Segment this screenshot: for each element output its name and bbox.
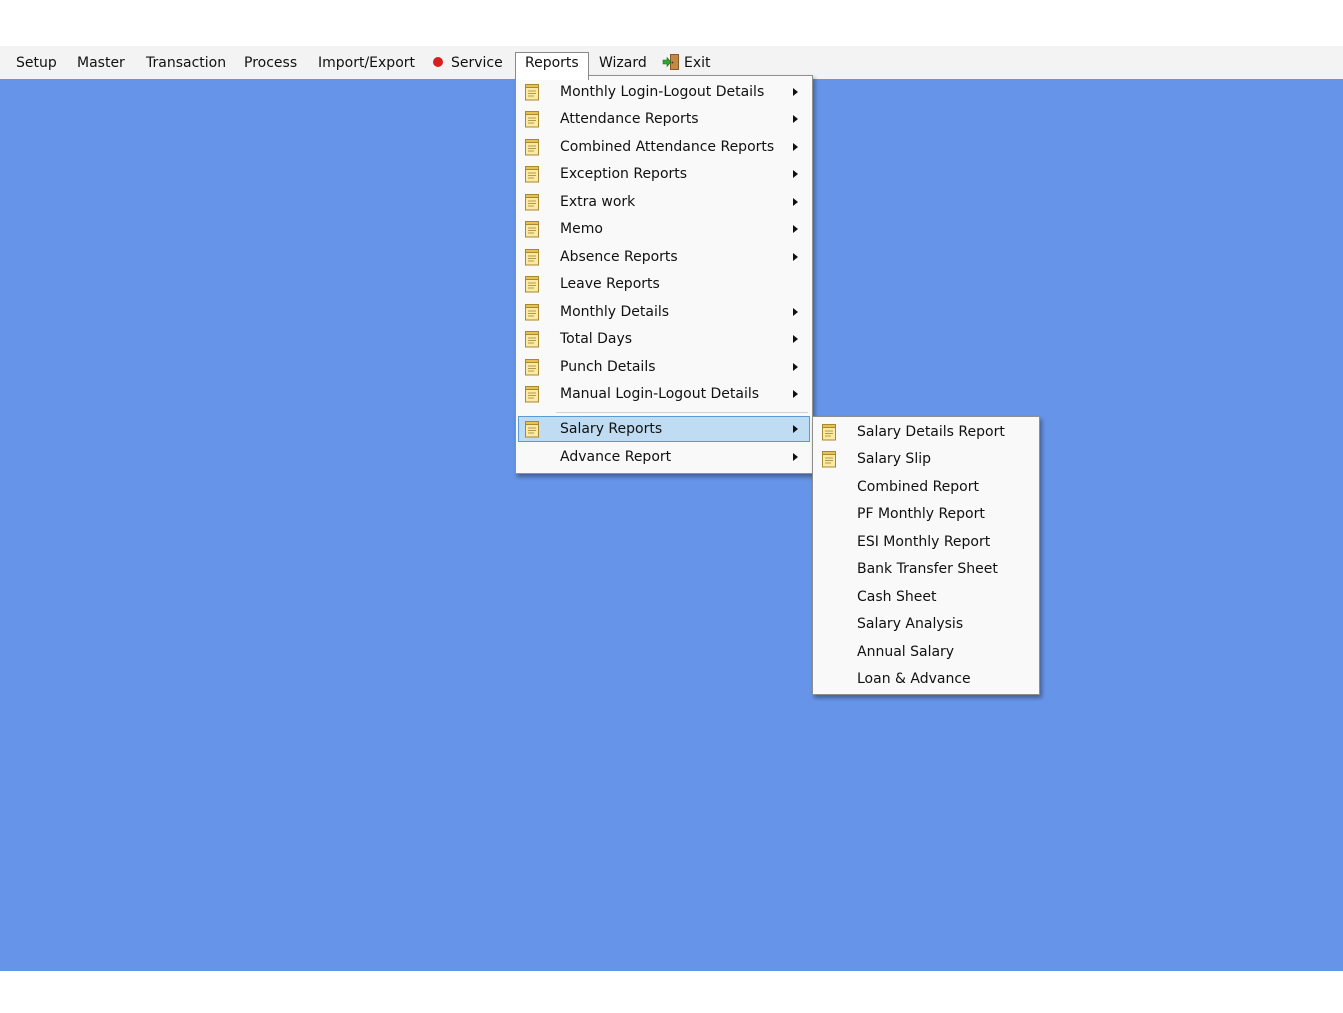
- menu-item-monthly-details[interactable]: Monthly Details: [518, 299, 810, 325]
- submenu-arrow-icon: [793, 363, 798, 371]
- report-icon: [524, 248, 540, 266]
- submenu-item-loan-advance[interactable]: Loan & Advance: [815, 666, 1037, 692]
- submenu-item-salary-analysis[interactable]: Salary Analysis: [815, 611, 1037, 637]
- menu-item-leave-reports[interactable]: Leave Reports: [518, 271, 810, 297]
- exit-door-icon: [662, 53, 679, 70]
- menu-item-monthly-login-logout-details[interactable]: Monthly Login-Logout Details: [518, 79, 810, 105]
- submenu-arrow-icon: [793, 308, 798, 316]
- submenu-arrow-icon: [793, 225, 798, 233]
- menu-item-label: Extra work: [560, 194, 636, 210]
- submenu-item-label: Cash Sheet: [857, 589, 937, 605]
- submenu-arrow-icon: [793, 115, 798, 123]
- submenu-item-combined-report[interactable]: Combined Report: [815, 474, 1037, 500]
- report-icon: [524, 420, 540, 438]
- report-icon: [524, 83, 540, 101]
- report-icon: [821, 423, 837, 441]
- menu-service[interactable]: Service: [429, 52, 507, 74]
- menu-transaction[interactable]: Transaction: [142, 52, 230, 74]
- menu-item-label: Leave Reports: [560, 276, 660, 292]
- submenu-arrow-icon: [793, 198, 798, 206]
- submenu-item-bank-transfer-sheet[interactable]: Bank Transfer Sheet: [815, 556, 1037, 582]
- report-icon: [524, 275, 540, 293]
- menu-reports[interactable]: Reports: [515, 52, 589, 80]
- menu-item-label: Advance Report: [560, 449, 672, 465]
- menu-item-punch-details[interactable]: Punch Details: [518, 354, 810, 380]
- menu-item-manual-login-logout-details[interactable]: Manual Login-Logout Details: [518, 381, 810, 407]
- report-icon: [524, 138, 540, 156]
- menu-item-advance-report[interactable]: Advance Report: [518, 444, 810, 470]
- menu-separator: [556, 412, 808, 413]
- report-icon: [524, 358, 540, 376]
- menu-item-extra-work[interactable]: Extra work: [518, 189, 810, 215]
- report-icon: [524, 303, 540, 321]
- menu-item-combined-attendance-reports[interactable]: Combined Attendance Reports: [518, 134, 810, 160]
- report-icon: [524, 110, 540, 128]
- submenu-item-annual-salary[interactable]: Annual Salary: [815, 639, 1037, 665]
- submenu-item-label: Salary Details Report: [857, 424, 1005, 440]
- submenu-item-cash-sheet[interactable]: Cash Sheet: [815, 584, 1037, 610]
- submenu-arrow-icon: [793, 425, 798, 433]
- submenu-item-label: Salary Analysis: [857, 616, 964, 632]
- menu-item-label: Exception Reports: [560, 166, 688, 182]
- submenu-item-label: ESI Monthly Report: [857, 534, 991, 550]
- menu-wizard[interactable]: Wizard: [595, 52, 651, 74]
- submenu-item-label: PF Monthly Report: [857, 506, 985, 522]
- submenu-item-label: Combined Report: [857, 479, 979, 495]
- menu-item-memo[interactable]: Memo: [518, 216, 810, 242]
- report-icon: [524, 220, 540, 238]
- menu-item-label: Monthly Login-Logout Details: [560, 84, 765, 100]
- submenu-item-label: Bank Transfer Sheet: [857, 561, 998, 577]
- submenu-item-label: Annual Salary: [857, 644, 955, 660]
- submenu-item-salary-slip[interactable]: Salary Slip: [815, 446, 1037, 472]
- menu-item-label: Absence Reports: [560, 249, 678, 265]
- submenu-item-label: Salary Slip: [857, 451, 931, 467]
- submenu-arrow-icon: [793, 253, 798, 261]
- menu-exit[interactable]: Exit: [658, 52, 715, 74]
- menu-item-label: Total Days: [560, 331, 633, 347]
- menu-exit-label: Exit: [684, 55, 711, 71]
- report-icon: [821, 450, 837, 468]
- submenu-arrow-icon: [793, 390, 798, 398]
- salary-reports-submenu: Salary Details Report Salary Slip Combin…: [812, 416, 1040, 695]
- menu-item-label: Salary Reports: [560, 421, 663, 437]
- submenu-item-salary-details-report[interactable]: Salary Details Report: [815, 419, 1037, 445]
- reports-dropdown: Monthly Login-Logout Details Attendance …: [515, 75, 813, 474]
- submenu-arrow-icon: [793, 170, 798, 178]
- menu-item-label: Punch Details: [560, 359, 656, 375]
- menu-item-absence-reports[interactable]: Absence Reports: [518, 244, 810, 270]
- menu-process[interactable]: Process: [240, 52, 301, 74]
- menu-item-total-days[interactable]: Total Days: [518, 326, 810, 352]
- report-icon: [524, 330, 540, 348]
- submenu-item-esi-monthly-report[interactable]: ESI Monthly Report: [815, 529, 1037, 555]
- menu-service-label: Service: [451, 55, 503, 71]
- menu-item-exception-reports[interactable]: Exception Reports: [518, 161, 810, 187]
- submenu-arrow-icon: [793, 453, 798, 461]
- submenu-arrow-icon: [793, 88, 798, 96]
- submenu-item-label: Loan & Advance: [857, 671, 971, 687]
- menu-item-label: Memo: [560, 221, 603, 237]
- menu-item-salary-reports[interactable]: Salary Reports: [518, 416, 810, 442]
- report-icon: [524, 165, 540, 183]
- menu-item-label: Combined Attendance Reports: [560, 139, 775, 155]
- menu-item-attendance-reports[interactable]: Attendance Reports: [518, 106, 810, 132]
- menu-item-label: Manual Login-Logout Details: [560, 386, 760, 402]
- submenu-arrow-icon: [793, 335, 798, 343]
- menu-master[interactable]: Master: [73, 52, 129, 74]
- menu-import-export[interactable]: Import/Export: [314, 52, 419, 74]
- submenu-item-pf-monthly-report[interactable]: PF Monthly Report: [815, 501, 1037, 527]
- menu-item-label: Monthly Details: [560, 304, 670, 320]
- menu-setup[interactable]: Setup: [12, 52, 61, 74]
- report-icon: [524, 385, 540, 403]
- red-dot-icon: [433, 57, 443, 67]
- report-icon: [524, 193, 540, 211]
- submenu-arrow-icon: [793, 143, 798, 151]
- menu-item-label: Attendance Reports: [560, 111, 699, 127]
- bottom-strip: [0, 971, 1343, 1013]
